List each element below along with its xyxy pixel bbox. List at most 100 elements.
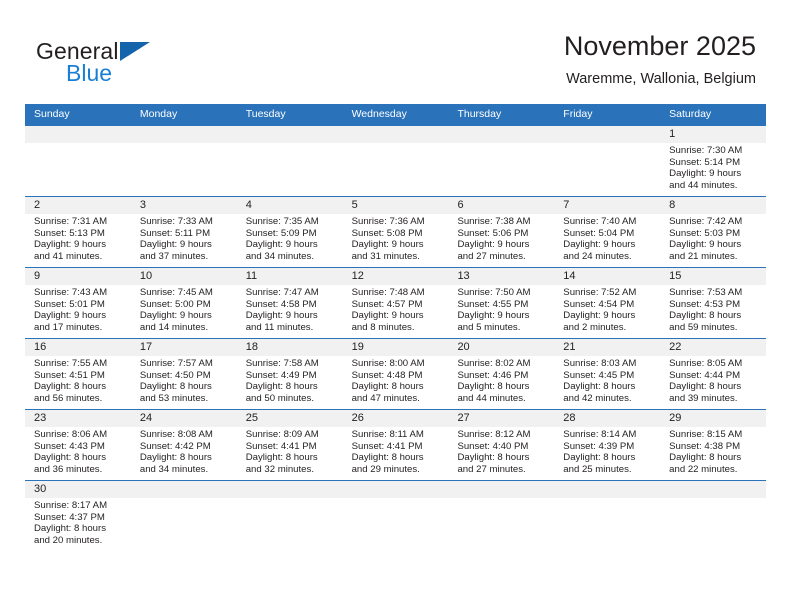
day-cell[interactable]: 3 Sunrise: 7:33 AM Sunset: 5:11 PM Dayli… <box>131 197 237 267</box>
sunset-text: Sunset: 4:55 PM <box>457 298 529 310</box>
sunrise-text: Sunrise: 7:57 AM <box>139 358 213 369</box>
day-info: Sunrise: 8:08 AM Sunset: 4:42 PM Dayligh… <box>140 429 231 475</box>
daylight-text-line2: and 27 minutes. <box>457 463 526 475</box>
daylight-text-line2: and 36 minutes. <box>34 463 103 475</box>
day-cell <box>237 126 343 196</box>
daylight-text-line2: and 42 minutes. <box>563 392 632 404</box>
general-blue-logo[interactable]: General Blue <box>36 38 226 92</box>
day-info: Sunrise: 8:05 AM Sunset: 4:44 PM Dayligh… <box>669 358 760 404</box>
day-cell[interactable]: 11 Sunrise: 7:47 AM Sunset: 4:58 PM Dayl… <box>237 268 343 338</box>
day-cell[interactable]: 4 Sunrise: 7:35 AM Sunset: 5:09 PM Dayli… <box>237 197 343 267</box>
day-number: 7 <box>563 199 570 211</box>
sunrise-text: Sunrise: 7:53 AM <box>669 287 743 298</box>
day-cell[interactable]: 15 Sunrise: 7:53 AM Sunset: 4:53 PM Dayl… <box>660 268 766 338</box>
day-cell[interactable]: 19 Sunrise: 8:00 AM Sunset: 4:48 PM Dayl… <box>343 339 449 409</box>
day-cell[interactable]: 16 Sunrise: 7:55 AM Sunset: 4:51 PM Dayl… <box>25 339 131 409</box>
day-info: Sunrise: 7:48 AM Sunset: 4:57 PM Dayligh… <box>352 287 443 333</box>
daylight-text-line1: Daylight: 8 hours <box>139 381 212 393</box>
sunrise-text: Sunrise: 7:48 AM <box>351 287 425 298</box>
daylight-text-line1: Daylight: 8 hours <box>139 452 212 464</box>
day-number: 25 <box>245 412 258 424</box>
daylight-text-line1: Daylight: 9 hours <box>245 239 318 251</box>
day-cell[interactable]: 2 Sunrise: 7:31 AM Sunset: 5:13 PM Dayli… <box>25 197 131 267</box>
weekday-header-wednesday: Wednesday <box>351 108 407 120</box>
day-number: 9 <box>34 270 41 282</box>
daylight-text-line2: and 44 minutes. <box>457 392 526 404</box>
day-info: Sunrise: 7:58 AM Sunset: 4:49 PM Dayligh… <box>246 358 337 404</box>
day-cell[interactable]: 8 Sunrise: 7:42 AM Sunset: 5:03 PM Dayli… <box>660 197 766 267</box>
sunrise-text: Sunrise: 7:40 AM <box>563 216 637 227</box>
day-cell[interactable]: 17 Sunrise: 7:57 AM Sunset: 4:50 PM Dayl… <box>131 339 237 409</box>
day-info: Sunrise: 7:47 AM Sunset: 4:58 PM Dayligh… <box>246 287 337 333</box>
day-cell[interactable]: 23 Sunrise: 8:06 AM Sunset: 4:43 PM Dayl… <box>25 410 131 480</box>
day-cell[interactable]: 25 Sunrise: 8:09 AM Sunset: 4:41 PM Dayl… <box>237 410 343 480</box>
day-cell[interactable]: 30 Sunrise: 8:17 AM Sunset: 4:37 PM Dayl… <box>25 481 131 558</box>
week-row: 2 Sunrise: 7:31 AM Sunset: 5:13 PM Dayli… <box>25 196 766 267</box>
day-info: Sunrise: 8:03 AM Sunset: 4:45 PM Dayligh… <box>563 358 654 404</box>
sunrise-text: Sunrise: 7:55 AM <box>34 358 108 369</box>
day-cell[interactable]: 7 Sunrise: 7:40 AM Sunset: 5:04 PM Dayli… <box>554 197 660 267</box>
day-cell[interactable]: 1 Sunrise: 7:30 AM Sunset: 5:14 PM Dayli… <box>660 126 766 196</box>
day-cell[interactable]: 12 Sunrise: 7:48 AM Sunset: 4:57 PM Dayl… <box>343 268 449 338</box>
sunset-text: Sunset: 4:50 PM <box>139 369 211 381</box>
day-cell[interactable]: 29 Sunrise: 8:15 AM Sunset: 4:38 PM Dayl… <box>660 410 766 480</box>
day-cell[interactable]: 28 Sunrise: 8:14 AM Sunset: 4:39 PM Dayl… <box>554 410 660 480</box>
daylight-text-line1: Daylight: 9 hours <box>563 239 636 251</box>
sunrise-text: Sunrise: 8:02 AM <box>457 358 531 369</box>
daylight-text-line1: Daylight: 8 hours <box>351 452 424 464</box>
day-cell <box>554 481 660 558</box>
daylight-text-line2: and 11 minutes. <box>245 321 314 333</box>
daylight-text-line2: and 50 minutes. <box>245 392 314 404</box>
daylight-text-line1: Daylight: 9 hours <box>139 310 212 322</box>
daylight-text-line1: Daylight: 9 hours <box>245 310 318 322</box>
day-number: 26 <box>351 412 364 424</box>
week-row: 16 Sunrise: 7:55 AM Sunset: 4:51 PM Dayl… <box>25 338 766 409</box>
day-info: Sunrise: 8:11 AM Sunset: 4:41 PM Dayligh… <box>352 429 443 475</box>
day-info: Sunrise: 7:53 AM Sunset: 4:53 PM Dayligh… <box>669 287 760 333</box>
sunset-text: Sunset: 5:11 PM <box>139 227 211 239</box>
day-cell[interactable]: 6 Sunrise: 7:38 AM Sunset: 5:06 PM Dayli… <box>448 197 554 267</box>
day-number: 2 <box>34 199 41 211</box>
day-info: Sunrise: 8:09 AM Sunset: 4:41 PM Dayligh… <box>246 429 337 475</box>
sunrise-text: Sunrise: 8:14 AM <box>563 429 637 440</box>
week-row: 1 Sunrise: 7:30 AM Sunset: 5:14 PM Dayli… <box>25 125 766 196</box>
day-cell[interactable]: 26 Sunrise: 8:11 AM Sunset: 4:41 PM Dayl… <box>343 410 449 480</box>
daylight-text-line2: and 31 minutes. <box>351 250 420 262</box>
day-info: Sunrise: 8:00 AM Sunset: 4:48 PM Dayligh… <box>352 358 443 404</box>
daylight-text-line2: and 8 minutes. <box>351 321 415 333</box>
daylight-text-line1: Daylight: 9 hours <box>669 168 742 180</box>
day-cell[interactable]: 24 Sunrise: 8:08 AM Sunset: 4:42 PM Dayl… <box>131 410 237 480</box>
day-cell[interactable]: 13 Sunrise: 7:50 AM Sunset: 4:55 PM Dayl… <box>448 268 554 338</box>
daylight-text-line2: and 20 minutes. <box>34 534 103 546</box>
daylight-text-line2: and 22 minutes. <box>669 463 738 475</box>
day-cell[interactable]: 21 Sunrise: 8:03 AM Sunset: 4:45 PM Dayl… <box>554 339 660 409</box>
day-cell[interactable]: 10 Sunrise: 7:45 AM Sunset: 5:00 PM Dayl… <box>131 268 237 338</box>
day-cell[interactable]: 18 Sunrise: 7:58 AM Sunset: 4:49 PM Dayl… <box>237 339 343 409</box>
day-cell[interactable]: 27 Sunrise: 8:12 AM Sunset: 4:40 PM Dayl… <box>448 410 554 480</box>
day-cell[interactable]: 14 Sunrise: 7:52 AM Sunset: 4:54 PM Dayl… <box>554 268 660 338</box>
daylight-text-line1: Daylight: 8 hours <box>563 452 636 464</box>
sunset-text: Sunset: 4:58 PM <box>245 298 317 310</box>
day-info: Sunrise: 8:02 AM Sunset: 4:46 PM Dayligh… <box>457 358 548 404</box>
day-number: 30 <box>34 483 47 495</box>
daylight-text-line1: Daylight: 9 hours <box>457 239 530 251</box>
sunrise-text: Sunrise: 8:15 AM <box>669 429 743 440</box>
day-cell[interactable]: 22 Sunrise: 8:05 AM Sunset: 4:44 PM Dayl… <box>660 339 766 409</box>
day-info: Sunrise: 8:06 AM Sunset: 4:43 PM Dayligh… <box>34 429 125 475</box>
day-cell[interactable]: 9 Sunrise: 7:43 AM Sunset: 5:01 PM Dayli… <box>25 268 131 338</box>
day-cell <box>448 481 554 558</box>
sunrise-text: Sunrise: 8:05 AM <box>669 358 743 369</box>
daylight-text-line1: Daylight: 9 hours <box>563 310 636 322</box>
day-cell[interactable]: 20 Sunrise: 8:02 AM Sunset: 4:46 PM Dayl… <box>448 339 554 409</box>
daylight-text-line2: and 44 minutes. <box>669 179 738 191</box>
sunrise-text: Sunrise: 8:17 AM <box>34 500 108 511</box>
day-info: Sunrise: 7:43 AM Sunset: 5:01 PM Dayligh… <box>34 287 125 333</box>
sunrise-text: Sunrise: 7:30 AM <box>669 145 743 156</box>
daylight-text-line1: Daylight: 8 hours <box>457 452 530 464</box>
sunrise-text: Sunrise: 7:35 AM <box>245 216 319 227</box>
day-info: Sunrise: 7:42 AM Sunset: 5:03 PM Dayligh… <box>669 216 760 262</box>
daylight-text-line2: and 17 minutes. <box>34 321 103 333</box>
sunset-text: Sunset: 4:44 PM <box>669 369 741 381</box>
day-cell[interactable]: 5 Sunrise: 7:36 AM Sunset: 5:08 PM Dayli… <box>343 197 449 267</box>
day-info: Sunrise: 7:31 AM Sunset: 5:13 PM Dayligh… <box>34 216 125 262</box>
